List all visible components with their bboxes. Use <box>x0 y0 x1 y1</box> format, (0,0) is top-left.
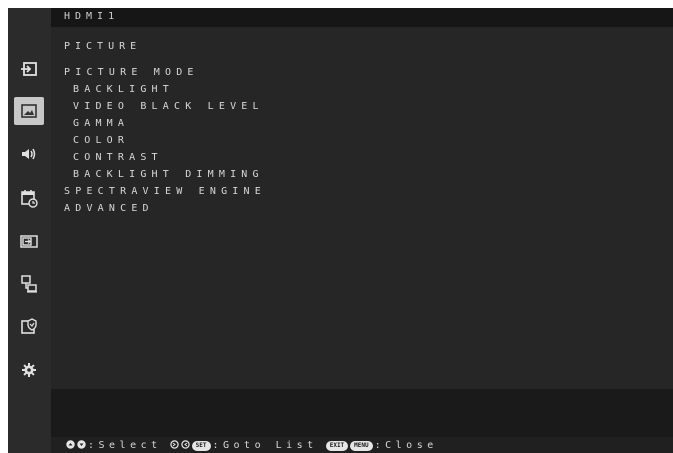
menu-item-picture-mode[interactable]: PICTURE MODE <box>64 67 199 79</box>
menu-item-backlight-dimming[interactable]: BACKLIGHT DIMMING <box>73 169 264 181</box>
audio-icon[interactable] <box>14 140 44 168</box>
network-icon[interactable] <box>14 270 44 298</box>
menu-panel: PICTURE PICTURE MODE BACKLIGHT VIDEO BLA… <box>51 27 673 389</box>
right-key-icon <box>180 439 190 452</box>
menu-item-backlight[interactable]: BACKLIGHT <box>73 84 174 96</box>
close-hint: :Close <box>374 440 438 451</box>
up-key-icon <box>66 439 75 452</box>
footer-guide: :Select SET :Goto List EXIT MENU :Close <box>51 437 673 453</box>
left-key-icon <box>169 439 179 452</box>
menu-item-color[interactable]: COLOR <box>73 135 129 147</box>
description-panel <box>51 389 673 437</box>
input-label: HDMI1 <box>64 11 120 22</box>
sidebar <box>8 8 51 453</box>
input-icon[interactable] <box>14 55 44 83</box>
settings-icon[interactable] <box>14 356 44 384</box>
set-key-icon: SET <box>191 440 211 451</box>
down-key-icon <box>77 439 86 452</box>
input-header: HDMI1 <box>51 8 673 27</box>
select-hint: :Select <box>88 440 162 451</box>
protect-icon[interactable] <box>14 313 44 341</box>
menu-key-icon: MENU <box>350 440 373 451</box>
menu-item-spectraview-engine[interactable]: SPECTRAVIEW ENGINE <box>64 186 266 198</box>
osd-window: HDMI1 PICTURE PICTURE MODE BACKLIGHT VID… <box>8 8 673 453</box>
menu-item-gamma[interactable]: GAMMA <box>73 118 129 130</box>
multi-input-icon[interactable] <box>14 227 44 255</box>
menu-item-video-black-level[interactable]: VIDEO BLACK LEVEL <box>73 101 264 113</box>
schedule-icon[interactable] <box>14 184 44 212</box>
menu-item-contrast[interactable]: CONTRAST <box>73 152 163 164</box>
picture-icon[interactable] <box>14 97 44 125</box>
section-title: PICTURE <box>64 41 142 52</box>
menu-item-advanced[interactable]: ADVANCED <box>64 203 154 215</box>
exit-key-icon: EXIT <box>325 440 349 451</box>
goto-list-hint: :Goto List <box>212 440 318 451</box>
